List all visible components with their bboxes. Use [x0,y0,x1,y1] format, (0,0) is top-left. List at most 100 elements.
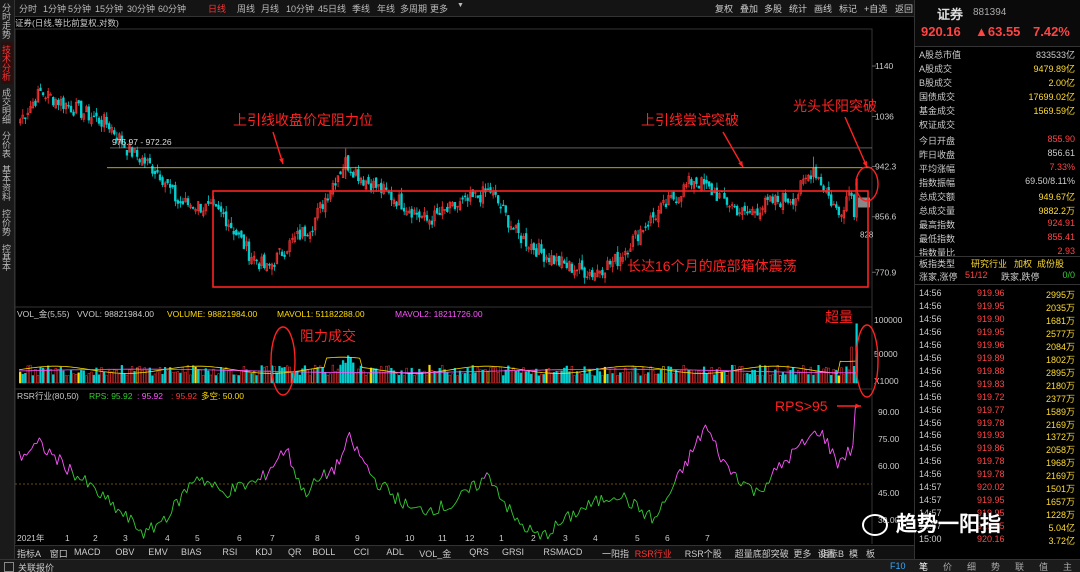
rsr-segment [260,470,264,480]
timeframe-5[interactable]: 60分钟 [158,2,186,15]
volume-bar [448,374,451,384]
rsr-segment [687,449,691,467]
timeframe-8[interactable]: 月线 [261,2,279,15]
side-tab-6[interactable]: 控基本 [1,240,13,274]
timeframe-2[interactable]: 5分钟 [68,2,91,15]
side-tab-4[interactable]: 基本资料 [1,162,13,204]
candle-body [303,226,307,237]
volume-bar [695,369,698,384]
volume-bar [672,373,675,384]
quote-tab-0[interactable]: 笔 [919,560,928,572]
checkbox-icon[interactable] [4,562,14,572]
volume-bar [313,364,317,384]
tool-3[interactable]: 统计 [789,2,807,15]
indicator-9[interactable]: BOLL [312,547,335,557]
quote-tab-5[interactable]: 值 [1039,560,1048,572]
side-tab-5[interactable]: 控价势 [1,205,13,239]
timeframe-4[interactable]: 30分钟 [127,2,155,15]
quote-tab-4[interactable]: 联 [1015,560,1024,572]
tool-0[interactable]: 复权 [715,2,733,15]
timeframe-14[interactable]: 更多 [430,2,448,15]
volume-bar [136,367,139,384]
rsr-segment [702,424,706,431]
timeframe-12[interactable]: 年线 [377,2,395,15]
volume-bar [463,373,467,384]
volume-bar [565,365,568,384]
board-type[interactable]: 研究行业 [971,257,1007,270]
volume-bar [410,367,413,384]
timeframe-3[interactable]: 15分钟 [95,2,123,15]
indicator-11[interactable]: ADL [386,547,404,557]
volume-bar [369,367,373,384]
quote-tab-2[interactable]: 细 [967,560,976,572]
candle-body [835,204,838,208]
quote-tab-3[interactable]: 势 [991,560,1000,572]
side-tab-3[interactable]: 分价表 [1,128,13,160]
f10-button[interactable]: F10 [890,561,906,571]
tick-volume: 2169万 [1045,419,1075,430]
board-weight[interactable]: 加权 [1014,257,1032,270]
volume-bar [204,368,207,384]
indicator-5[interactable]: BIAS [181,547,202,557]
status-link[interactable]: 关联报价 [18,561,54,572]
rsr-segment [415,506,419,509]
rsr-segment [224,494,228,499]
indicator-3[interactable]: OBV [115,547,134,557]
volume-bars [18,323,858,384]
volume-bar [202,375,205,384]
rsr-segment [28,448,33,452]
volume-bar [286,365,289,384]
timeframe-0[interactable]: 分时 [19,2,37,15]
indicator-6[interactable]: RSI [222,547,237,557]
tool-5[interactable]: 标记 [839,2,857,15]
rsr-segment [748,483,752,487]
candle-body [705,179,708,184]
board-constituents[interactable]: 成份股 [1037,257,1064,270]
side-tab-0[interactable]: 分时走势 [1,2,13,40]
stat-value: 17699.02亿 [1028,92,1075,102]
quote-tab-1[interactable]: 价 [943,560,952,572]
volume-bar [344,362,347,384]
rsr-segment [338,454,343,465]
volume-bar [237,375,240,384]
indicator-15[interactable]: RSMACD [543,547,582,557]
quote-tab-6[interactable]: 主 [1063,560,1072,572]
rsr-segment [341,449,345,456]
indicator-13[interactable]: QRS [469,547,489,557]
dropdown-icon[interactable]: ▼ [457,2,464,9]
rsr-segment [516,517,521,525]
candle-body [80,100,83,118]
indicator-8[interactable]: QR [288,547,302,557]
timeframe-11[interactable]: 季线 [352,2,370,15]
tool-2[interactable]: 多股 [764,2,782,15]
tool-6[interactable]: +自选 [864,2,887,15]
rsr-segment [440,500,445,511]
rsr-segment [849,444,854,456]
tool-7[interactable]: 返回 [895,2,913,15]
kline-chart[interactable]: 11401036942.3856.6770.910000050000X10009… [15,17,914,544]
indicator-2[interactable]: MACD [74,547,101,557]
stat-key: 基金成交 [919,106,956,116]
indicator-10[interactable]: CCI [354,547,370,557]
volume-value: VOLUME: 98821984.00 [167,309,258,319]
side-tab-1[interactable]: 技术分析 [1,42,13,84]
volume-bar [34,369,37,384]
timeframe-1[interactable]: 1分钟 [43,2,66,15]
indicator-7[interactable]: KDJ [255,547,272,557]
volume-bar [507,365,510,384]
timeframe-10[interactable]: 45日线 [318,2,346,15]
tool-1[interactable]: 叠加 [740,2,758,15]
indicator-14[interactable]: GRSI [502,547,524,557]
candle-body [715,187,718,201]
volume-bar [647,372,650,384]
candle-body [105,116,108,125]
timeframe-6[interactable]: 日线 [208,2,226,15]
side-tab-2[interactable]: 成交明细 [1,86,13,126]
tick-time: 14:56 [919,391,942,402]
indicator-4[interactable]: EMV [148,547,168,557]
rsr-segment [206,480,210,484]
tool-4[interactable]: 画线 [814,2,832,15]
timeframe-13[interactable]: 多周期 [400,2,427,15]
timeframe-9[interactable]: 10分钟 [286,2,314,15]
timeframe-7[interactable]: 周线 [237,2,255,15]
